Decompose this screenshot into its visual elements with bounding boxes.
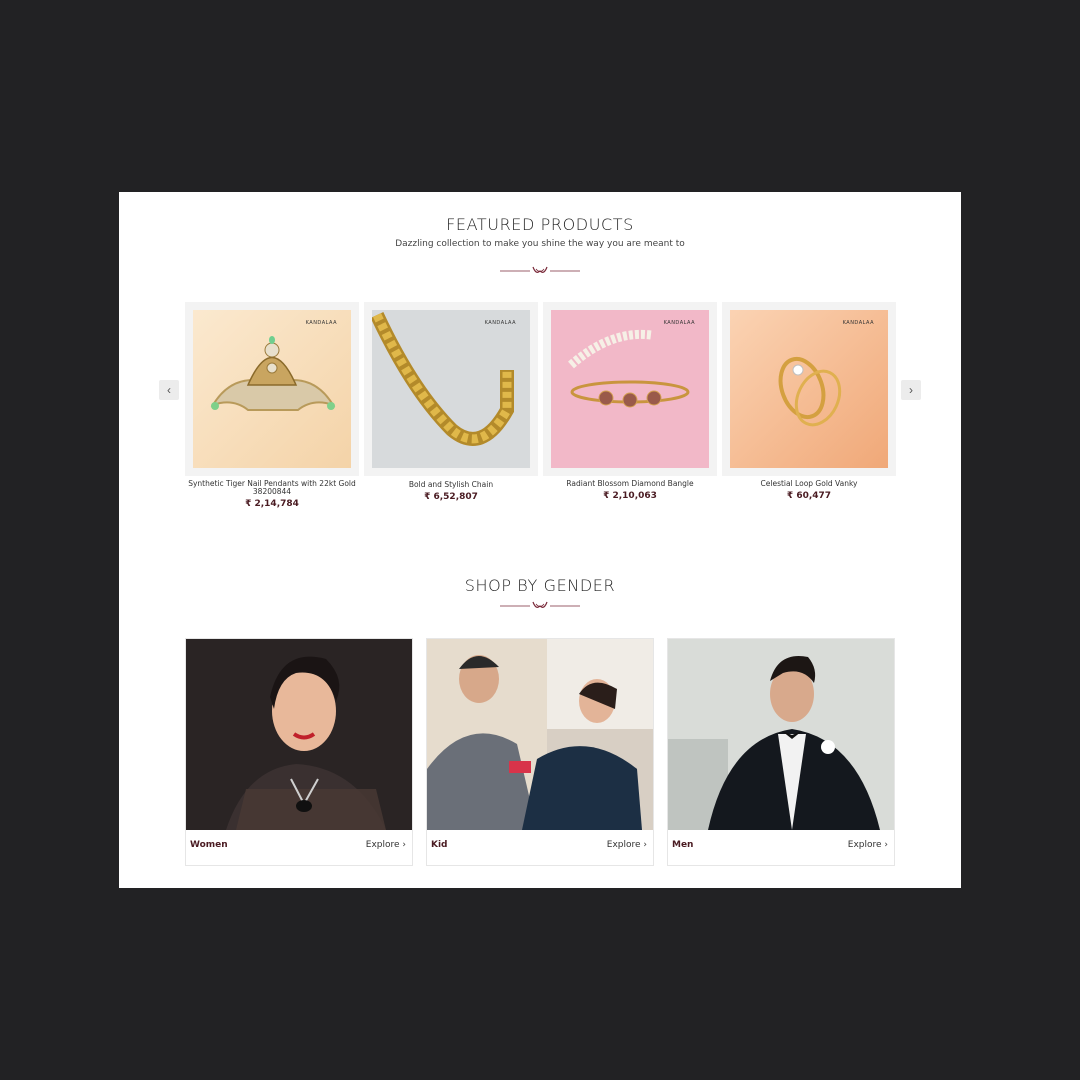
product-card[interactable]: KANDALAA — [185, 302, 359, 476]
product-name[interactable]: Radiant Blossom Diamond Bangle — [543, 480, 717, 488]
product-price: ₹ 2,10,063 — [603, 491, 657, 501]
product-name[interactable]: Bold and Stylish Chain — [364, 481, 538, 489]
product-info: Celestial Loop Gold Vanky ₹ 60,477 — [722, 480, 896, 502]
product-card[interactable]: KANDALAA — [722, 302, 896, 476]
product-image-blossom-bangle[interactable]: KANDALAA — [551, 310, 709, 468]
gender-label: Men — [672, 840, 694, 850]
product-info: Bold and Stylish Chain ₹ 6,52,807 — [364, 481, 538, 503]
product-price: ₹ 60,477 — [786, 491, 832, 501]
men-photo[interactable] — [668, 639, 894, 830]
gender-card-footer: Kid Explore › — [427, 830, 653, 865]
ornament-divider-icon — [500, 266, 580, 273]
product-name[interactable]: Synthetic Tiger Nail Pendants with 22kt … — [185, 480, 359, 496]
brand-logo: KANDALAA — [842, 320, 874, 326]
brand-logo: KANDALAA — [484, 320, 516, 326]
gender-label: Women — [190, 840, 228, 850]
gender-card-kid[interactable]: Kid Explore › — [426, 638, 654, 866]
product-card[interactable]: KANDALAA — [364, 302, 538, 476]
shop-by-gender-title: SHOP BY GENDER — [464, 576, 616, 595]
product-image-tiger-nail-pendant[interactable]: KANDALAA — [193, 310, 351, 468]
gender-card-footer: Men Explore › — [668, 830, 894, 865]
ornament-divider-icon — [500, 601, 580, 608]
product-card[interactable]: KANDALAA — [543, 302, 717, 476]
product-name[interactable]: Celestial Loop Gold Vanky — [722, 480, 896, 488]
kid-photo[interactable] — [427, 639, 653, 830]
featured-page: FEATURED PRODUCTS Dazzling collection to… — [119, 192, 961, 888]
product-info: Radiant Blossom Diamond Bangle ₹ 2,10,06… — [543, 480, 717, 502]
product-price: ₹ 6,52,807 — [424, 492, 478, 502]
explore-link-women[interactable]: Explore › — [366, 840, 406, 850]
product-image-loop-ring[interactable]: KANDALAA — [730, 310, 888, 468]
product-info: Synthetic Tiger Nail Pendants with 22kt … — [185, 480, 359, 510]
gender-card-footer: Women Explore › — [186, 830, 412, 865]
featured-products-subtitle: Dazzling collection to make you shine th… — [395, 239, 685, 249]
featured-products-title: FEATURED PRODUCTS — [446, 215, 634, 234]
explore-link-kid[interactable]: Explore › — [607, 840, 647, 850]
gender-label: Kid — [431, 840, 448, 850]
carousel-prev-button[interactable]: ‹ — [159, 380, 179, 400]
explore-link-men[interactable]: Explore › — [848, 840, 888, 850]
product-price: ₹ 2,14,784 — [245, 499, 299, 509]
gender-card-women[interactable]: Women Explore › — [185, 638, 413, 866]
carousel-next-button[interactable]: › — [901, 380, 921, 400]
brand-logo: KANDALAA — [663, 320, 695, 326]
product-image-chain[interactable]: KANDALAA — [372, 310, 530, 468]
women-photo[interactable] — [186, 639, 412, 830]
brand-logo: KANDALAA — [305, 320, 337, 326]
gender-card-men[interactable]: Men Explore › — [667, 638, 895, 866]
